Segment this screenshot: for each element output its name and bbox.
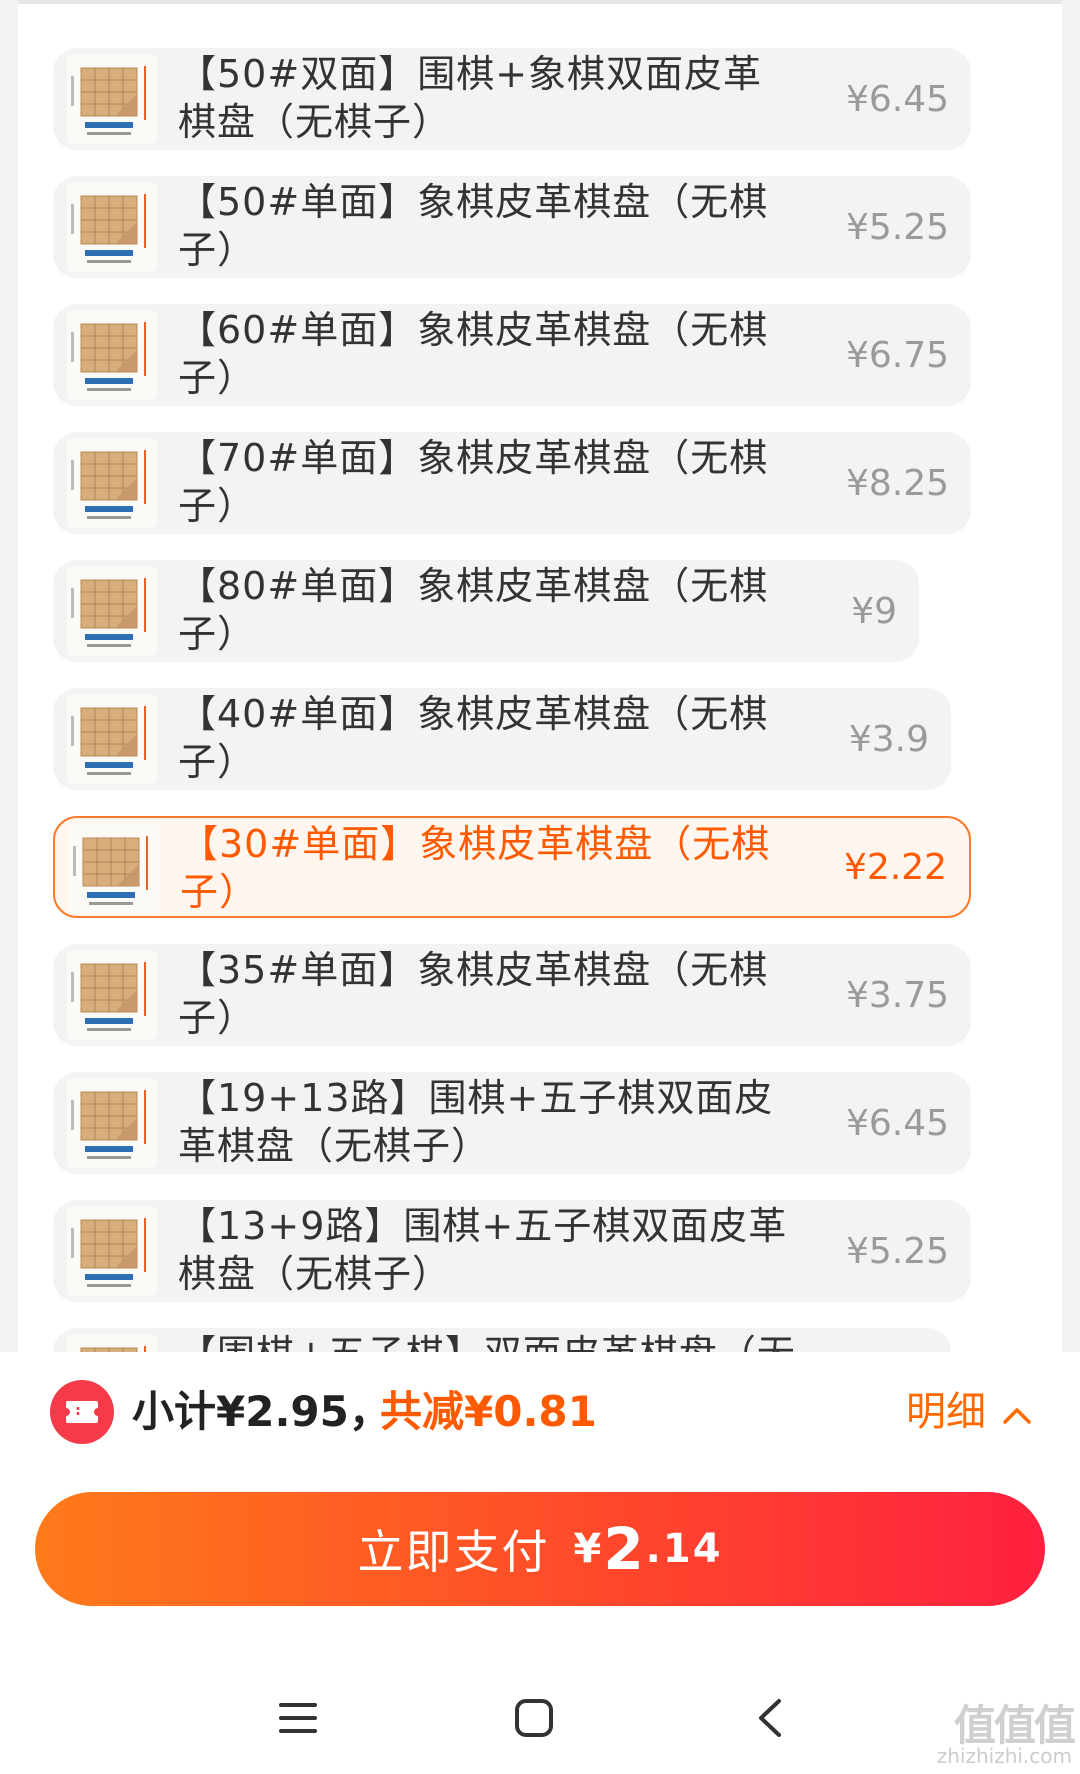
sku-option-label: 【围棋+五子棋】双面皮革棋盘（无 — [178, 1330, 798, 1352]
sku-options-sheet: 【50#双面】围棋+象棋双面皮革棋盘（无棋子） ¥6.45 【50#单面】象棋皮革棋… — [18, 0, 1062, 1352]
sku-thumbnail — [69, 824, 159, 914]
sku-option-price: ¥5.25 — [845, 206, 949, 248]
system-nav-bar — [0, 1662, 1080, 1774]
sku-thumbnail — [67, 694, 157, 784]
sku-option[interactable]: 【13+9路】围棋+五子棋双面皮革棋盘（无棋子） ¥5.25 — [53, 1200, 971, 1302]
sku-option-label: 【35#单面】象棋皮革棋盘（无棋子） — [178, 948, 769, 1040]
sku-thumbnail — [67, 182, 157, 272]
chevron-up-icon — [1002, 1382, 1032, 1442]
sku-option[interactable]: 【35#单面】象棋皮革棋盘（无棋子） ¥3.75 — [53, 944, 971, 1046]
sku-option-label: 【50#双面】围棋+象棋双面皮革棋盘（无棋子） — [178, 52, 763, 144]
pay-currency: ¥ — [573, 1526, 604, 1572]
sku-thumbnail — [67, 1334, 157, 1352]
sku-option-label: 【30#单面】象棋皮革棋盘（无棋子） — [180, 822, 771, 914]
sku-option-label: 【80#单面】象棋皮革棋盘（无棋子） — [178, 564, 769, 656]
detail-label: 明细 — [906, 1389, 986, 1435]
sku-thumbnail — [67, 1206, 157, 1296]
sku-option-price: ¥6.75 — [845, 334, 949, 376]
sku-option-price: ¥2.22 — [843, 846, 947, 888]
pay-button-label: 立即支付 — [357, 1525, 550, 1579]
sku-option[interactable]: 【50#双面】围棋+象棋双面皮革棋盘（无棋子） ¥6.45 — [53, 48, 971, 150]
sku-option-price: ¥5.25 — [845, 1230, 949, 1272]
sku-thumbnail — [67, 438, 157, 528]
detail-button[interactable]: 明细 — [906, 1382, 1032, 1442]
sku-thumbnail — [67, 310, 157, 400]
pay-amount-integer: 2 — [603, 1515, 646, 1583]
sku-option[interactable]: 【围棋+五子棋】双面皮革棋盘（无 — [53, 1328, 951, 1352]
sku-option-label: 【40#单面】象棋皮革棋盘（无棋子） — [178, 692, 769, 784]
sku-option[interactable]: 【80#单面】象棋皮革棋盘（无棋子） ¥9 — [53, 560, 919, 662]
sku-thumbnail — [67, 54, 157, 144]
subtotal-text: 小计¥2.95， — [132, 1387, 391, 1436]
sku-option[interactable]: 【60#单面】象棋皮革棋盘（无棋子） ¥6.75 — [53, 304, 971, 406]
sku-option-label: 【13+9路】围棋+五子棋双面皮革棋盘（无棋子） — [178, 1204, 788, 1296]
menu-lines-icon[interactable] — [248, 1662, 348, 1774]
pay-amount-decimal: .14 — [645, 1526, 723, 1572]
sku-option-label: 【50#单面】象棋皮革棋盘（无棋子） — [178, 180, 769, 272]
watermark-url: zhizhizhi.com — [936, 1744, 1072, 1768]
sku-option[interactable]: 【50#单面】象棋皮革棋盘（无棋子） ¥5.25 — [53, 176, 971, 278]
sku-option[interactable]: 【19+13路】围棋+五子棋双面皮革棋盘（无棋子） ¥6.45 — [53, 1072, 971, 1174]
sku-option-label: 【60#单面】象棋皮革棋盘（无棋子） — [178, 308, 769, 400]
sku-option-price: ¥9 — [851, 590, 897, 632]
sku-option-price: ¥3.9 — [848, 718, 929, 760]
sku-thumbnail — [67, 950, 157, 1040]
sku-option-label: 【19+13路】围棋+五子棋双面皮革棋盘（无棋子） — [178, 1076, 774, 1168]
discount-text: 共减¥0.81 — [380, 1387, 597, 1436]
chevron-left-icon[interactable] — [720, 1662, 820, 1774]
sku-option-price: ¥8.25 — [845, 462, 949, 504]
sheet-divider — [18, 0, 1062, 4]
sku-option-price: ¥6.45 — [845, 78, 949, 120]
checkout-footer: 小计¥2.95， 共减¥0.81 明细 立即支付 ¥ 2 .14 — [0, 1352, 1080, 1774]
sku-option-price: ¥6.45 — [845, 1102, 949, 1144]
sku-option[interactable]: 【70#单面】象棋皮革棋盘（无棋子） ¥8.25 — [53, 432, 971, 534]
rounded-square-icon[interactable] — [484, 1662, 584, 1774]
sku-option[interactable]: 【40#单面】象棋皮革棋盘（无棋子） ¥3.9 — [53, 688, 951, 790]
sku-option-price: ¥3.75 — [845, 974, 949, 1016]
sku-thumbnail — [67, 566, 157, 656]
ticket-icon — [50, 1380, 114, 1444]
pay-now-button[interactable]: 立即支付 ¥ 2 .14 — [35, 1492, 1045, 1606]
sku-thumbnail — [67, 1078, 157, 1168]
sku-option-selected[interactable]: 【30#单面】象棋皮革棋盘（无棋子） ¥2.22 — [53, 816, 971, 918]
sku-option-label: 【70#单面】象棋皮革棋盘（无棋子） — [178, 436, 769, 528]
